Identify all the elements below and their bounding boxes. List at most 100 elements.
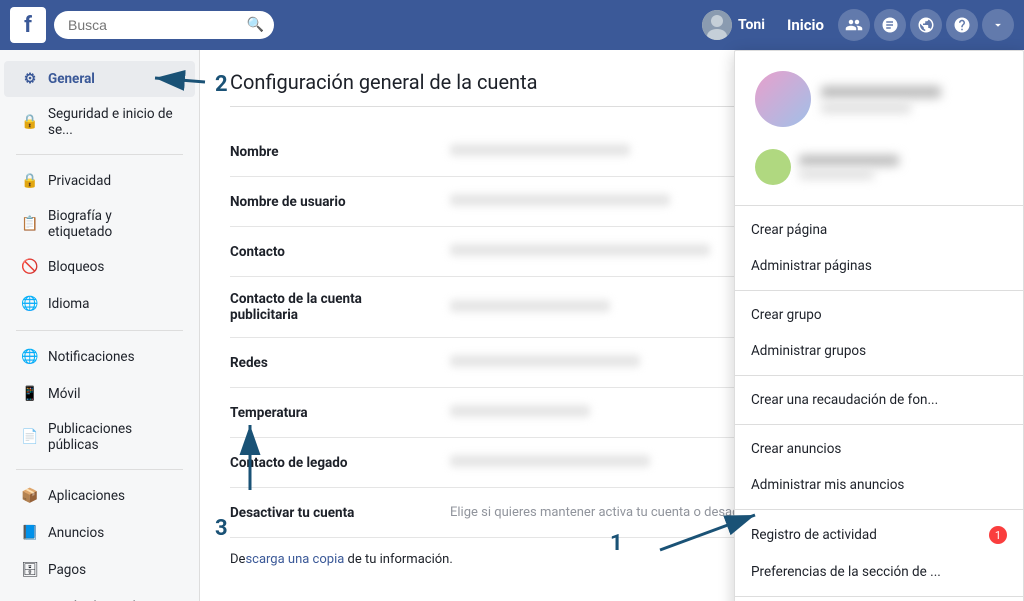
messenger-icon[interactable] [874, 9, 906, 41]
sidebar-label-mobile: Móvil [48, 386, 81, 402]
dropdown-registro-actividad[interactable]: Registro de actividad 1 [735, 516, 1023, 554]
sidebar-label-privacy: Privacidad [48, 173, 111, 189]
blurred-username [450, 194, 670, 206]
blurred-legacy [450, 455, 650, 467]
profile-name-blurred [821, 86, 941, 98]
divider-1 [16, 154, 183, 155]
profile-card[interactable] [747, 63, 1011, 135]
dropdown-crear-pagina[interactable]: Crear página [735, 212, 1023, 248]
profile-secondary-name-blurred [799, 155, 899, 166]
profile-sub-blurred [821, 103, 911, 113]
download-prefix: De [230, 552, 245, 567]
download-suffix: de tu información. [344, 552, 452, 567]
friends-icon[interactable] [838, 9, 870, 41]
search-wrapper: 🔍 [54, 11, 274, 39]
sidebar-item-notifications[interactable]: 🌐 Notificaciones [4, 339, 195, 375]
profile-secondary-sub-blurred [799, 170, 874, 179]
label-nombre: Nombre [230, 144, 450, 160]
gear-icon: ⚙ [20, 69, 40, 89]
sidebar-label-language: Idioma [48, 296, 89, 312]
label-temperature: Temperatura [230, 405, 450, 421]
dropdown-administrar-grupos[interactable]: Administrar grupos [735, 333, 1023, 369]
sidebar-label-ads: Anuncios [48, 525, 104, 541]
label-legacy: Contacto de legado [230, 455, 450, 471]
user-menu-button[interactable]: Toni [694, 6, 773, 44]
profile-secondary-avatar [755, 149, 791, 185]
sidebar-item-apps[interactable]: 📦 Aplicaciones [4, 478, 195, 514]
dropdown-profile-section [735, 51, 1023, 206]
sidebar-item-privacy[interactable]: 🔒 Privacidad [4, 163, 195, 199]
globe-icon[interactable] [910, 9, 942, 41]
download-link[interactable]: scarga una copia [245, 552, 344, 567]
help-box-icon: ❤ [20, 597, 40, 601]
home-button[interactable]: Inicio [777, 10, 834, 40]
apps-icon: 📦 [20, 486, 40, 506]
sidebar: ⚙ General 🔒 Seguridad e inicio de se... … [0, 50, 200, 601]
dropdown-menu: Crear página Administrar páginas Crear g… [734, 50, 1024, 601]
sidebar-label-biography: Biografía y etiquetado [48, 208, 179, 240]
label-ad-contact: Contacto de la cuentapublicitaria [230, 291, 450, 323]
dropdown-crear-recaudacion[interactable]: Crear una recaudación de fon... [735, 382, 1023, 418]
sidebar-item-mobile[interactable]: 📱 Móvil [4, 376, 195, 412]
blurred-contact [450, 244, 710, 256]
label-networks: Redes [230, 355, 450, 371]
sidebar-item-public-posts[interactable]: 📄 Publicaciones públicas [4, 413, 195, 461]
sidebar-item-payments[interactable]: 🗄 Pagos [4, 552, 195, 588]
profile-info [821, 86, 941, 113]
sidebar-item-blocks[interactable]: 🚫 Bloqueos [4, 249, 195, 285]
divider-3 [16, 469, 183, 470]
profile-secondary [747, 141, 1011, 193]
blurred-temperature [450, 405, 590, 417]
dropdown-administrar-anuncios[interactable]: Administrar mis anuncios [735, 467, 1023, 503]
public-posts-icon: 📄 [20, 427, 40, 447]
search-icon: 🔍 [247, 17, 264, 33]
dropdown-crear-anuncios[interactable]: Crear anuncios [735, 431, 1023, 467]
activity-badge: 1 [989, 526, 1007, 544]
blurred-networks [450, 355, 640, 367]
ads-icon: 📘 [20, 523, 40, 543]
sidebar-label-security: Seguridad e inicio de se... [48, 106, 179, 138]
sidebar-item-biography[interactable]: 📋 Biografía y etiquetado [4, 200, 195, 248]
payments-icon: 🗄 [20, 560, 40, 580]
lock-icon: 🔒 [20, 112, 40, 132]
blurred-nombre [450, 144, 630, 156]
dropdown-section-groups: Crear grupo Administrar grupos [735, 291, 1023, 376]
sidebar-label-public-posts: Publicaciones públicas [48, 421, 179, 453]
sidebar-item-security[interactable]: 🔒 Seguridad e inicio de se... [4, 98, 195, 146]
profile-secondary-info [799, 155, 899, 179]
blurred-ad-contact [450, 300, 610, 312]
dropdown-section-settings: Configuración Salir [735, 597, 1023, 601]
sidebar-label-general: General [48, 71, 95, 87]
dropdown-administrar-paginas[interactable]: Administrar páginas [735, 248, 1023, 284]
user-name: Toni [738, 17, 765, 33]
topnav: f 🔍 Toni Inicio [0, 0, 1024, 50]
topnav-right: Toni Inicio [694, 6, 1014, 44]
sidebar-label-apps: Aplicaciones [48, 488, 125, 504]
sidebar-item-help[interactable]: ❤ Buzón de ayuda [4, 589, 195, 601]
privacy-icon: 🔒 [20, 171, 40, 191]
language-icon: 🌐 [20, 294, 40, 314]
dropdown-crear-grupo[interactable]: Crear grupo [735, 297, 1023, 333]
chevron-down-icon[interactable] [982, 9, 1014, 41]
dropdown-section-ads: Crear anuncios Administrar mis anuncios [735, 425, 1023, 510]
label-deactivate: Desactivar tu cuenta [230, 505, 450, 521]
facebook-logo[interactable]: f [10, 7, 46, 43]
sidebar-label-notifications: Notificaciones [48, 349, 135, 365]
dropdown-section-fundraiser: Crear una recaudación de fon... [735, 376, 1023, 425]
avatar [702, 10, 732, 40]
biography-icon: 📋 [20, 214, 40, 234]
dropdown-section-pages: Crear página Administrar páginas [735, 206, 1023, 291]
sidebar-item-language[interactable]: 🌐 Idioma [4, 286, 195, 322]
divider-2 [16, 330, 183, 331]
label-contact: Contacto [230, 244, 450, 260]
dropdown-section-activity: Registro de actividad 1 Preferencias de … [735, 510, 1023, 597]
sidebar-label-blocks: Bloqueos [48, 259, 104, 275]
help-icon[interactable] [946, 9, 978, 41]
block-icon: 🚫 [20, 257, 40, 277]
search-input[interactable] [54, 11, 274, 39]
sidebar-item-general[interactable]: ⚙ General [4, 61, 195, 97]
mobile-icon: 📱 [20, 384, 40, 404]
dropdown-preferencias[interactable]: Preferencias de la sección de ... [735, 554, 1023, 590]
label-username: Nombre de usuario [230, 194, 450, 210]
sidebar-item-ads[interactable]: 📘 Anuncios [4, 515, 195, 551]
